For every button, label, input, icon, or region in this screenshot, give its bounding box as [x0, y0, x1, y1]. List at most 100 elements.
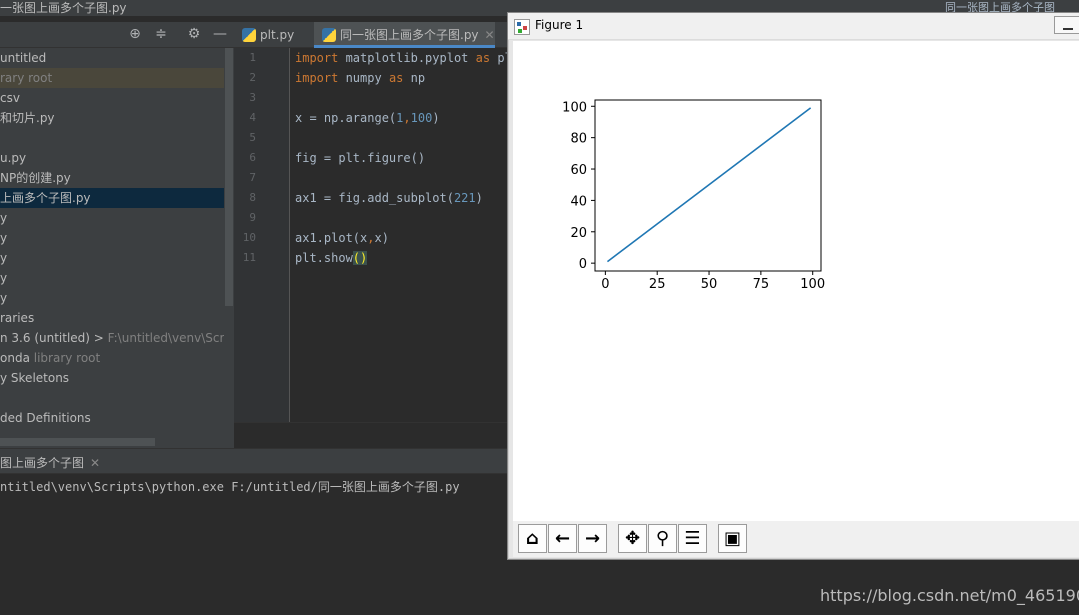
number-literal: 100 [410, 111, 433, 125]
tab-plt[interactable]: plt.py [234, 22, 294, 48]
figure-app-icon [514, 19, 530, 35]
code-line: x = np.arange(1,100) [295, 108, 440, 128]
tree-item-label: n 3.6 (untitled) > [0, 331, 104, 345]
watermark: https://blog.csdn.net/m0_46519036 [820, 586, 1079, 605]
y-tick-label: 40 [570, 194, 587, 209]
code-text: x = np.arange( [295, 111, 397, 125]
gear-icon[interactable]: ⚙ [185, 25, 203, 43]
close-icon[interactable]: ✕ [485, 28, 495, 42]
editor-gutter: 1 2 3 4 5 6 7 8 9 10 11 [234, 48, 290, 422]
run-tab[interactable]: 图上画多个子图 ✕ [0, 454, 100, 471]
run-console[interactable]: ntitled\venv\Scripts\python.exe F:/untit… [0, 474, 510, 615]
tree-item-label: ded Definitions [0, 411, 91, 425]
tree-item[interactable]: 和切片.py [0, 108, 224, 128]
matched-parens: () [352, 251, 368, 265]
home-icon[interactable]: ⌂ [518, 524, 547, 553]
tree-item-label: y [0, 211, 8, 225]
line-number: 11 [242, 251, 256, 264]
code-line: ax1.plot(x,x) [295, 228, 389, 248]
tree-item[interactable]: y Skeletons [0, 368, 224, 388]
collapse-all-icon[interactable]: ≑ [152, 25, 170, 43]
tree-item-path: F:\untitled\venv\Scripts\ [107, 331, 224, 345]
line-number: 5 [249, 131, 256, 144]
tree-item[interactable]: rary root [0, 68, 224, 88]
tree-item[interactable]: y [0, 248, 224, 268]
close-icon[interactable]: ✕ [90, 456, 100, 470]
y-tick-label: 60 [570, 163, 587, 178]
project-toolbar: ⊕ ≑ ⚙ — [0, 22, 234, 48]
line-number: 2 [249, 71, 256, 84]
figure-toolbar: ⌂ ← → ✥ ⚲ ☰ ▣ [513, 521, 1079, 557]
x-tick-label: 25 [649, 277, 666, 292]
keyword: as [475, 51, 491, 65]
tree-item[interactable]: y [0, 208, 224, 228]
run-tab-label: 图上画多个子图 [0, 456, 85, 470]
line-number: 6 [249, 151, 256, 164]
forward-arrow-icon[interactable]: → [578, 524, 607, 553]
line-number: 10 [242, 231, 256, 244]
tab-label: 同一张图上画多个子图.py [340, 28, 479, 42]
tree-item[interactable]: u.py [0, 148, 224, 168]
figure-canvas[interactable]: 0 25 50 75 100 0 20 40 60 80 100 [513, 41, 1079, 521]
project-scrollbar-vertical[interactable] [225, 48, 233, 306]
figure-title: Figure 1 [535, 18, 584, 32]
line-number: 4 [249, 111, 256, 124]
save-icon[interactable]: ▣ [718, 524, 747, 553]
tree-item[interactable]: n 3.6 (untitled) > F:\untitled\venv\Scri… [0, 328, 224, 348]
tree-item[interactable]: onda library root [0, 348, 224, 368]
tree-item-label: u.py [0, 151, 27, 165]
code-text: np [403, 71, 426, 85]
code-text: x) [374, 231, 389, 245]
minimize-button[interactable] [1054, 16, 1079, 34]
pan-icon[interactable]: ✥ [618, 524, 647, 553]
console-line: ntitled\venv\Scripts\python.exe F:/untit… [0, 480, 460, 494]
code-text: ) [432, 111, 440, 125]
code-text: fig = plt.figure() [295, 151, 426, 165]
figure-title-bar[interactable]: Figure 1 [508, 13, 1079, 40]
code-editor[interactable]: import matplotlib.pyplot as pl import nu… [290, 48, 510, 422]
number-literal: 221 [453, 191, 476, 205]
locate-icon[interactable]: ⊕ [126, 25, 144, 43]
python-file-icon [242, 28, 256, 42]
back-arrow-icon[interactable]: ← [548, 524, 577, 553]
keyword: import [295, 71, 339, 85]
hide-icon[interactable]: — [211, 25, 229, 43]
tree-item[interactable]: csv [0, 88, 224, 108]
line-number: 7 [249, 171, 256, 184]
project-scrollbar-horizontal[interactable] [0, 438, 155, 446]
y-tick-label: 80 [570, 132, 587, 147]
tree-item-hint: library root [33, 351, 101, 365]
tree-item-label: 上画多个子图.py [0, 191, 91, 205]
comma: , [403, 111, 411, 125]
tree-item-selected[interactable]: 上画多个子图.py [0, 188, 224, 208]
tree-item-label: y [0, 291, 8, 305]
tree-item[interactable]: y [0, 268, 224, 288]
code-line: plt.show() [295, 248, 368, 268]
code-line: import numpy as np [295, 68, 425, 88]
tree-item-label: y [0, 251, 8, 265]
code-line: import matplotlib.pyplot as pl [295, 48, 510, 68]
zoom-icon[interactable]: ⚲ [648, 524, 677, 553]
tree-item[interactable]: NP的创建.py [0, 168, 224, 188]
configure-subplots-icon[interactable]: ☰ [678, 524, 707, 553]
x-tick-label: 100 [800, 277, 825, 292]
tree-item[interactable]: ded Definitions [0, 408, 224, 428]
line-number: 1 [249, 51, 256, 64]
keyword: as [388, 71, 404, 85]
editor-footer [234, 422, 510, 448]
editor-tabs: plt.py 同一张图上画多个子图.py ✕ [234, 22, 510, 48]
code-text: matplotlib.pyplot [338, 51, 476, 65]
tree-item-label: y [0, 271, 8, 285]
tab-subplots[interactable]: 同一张图上画多个子图.py ✕ [314, 22, 495, 48]
tree-item[interactable]: y [0, 288, 224, 308]
x-tick-label: 50 [701, 277, 718, 292]
project-tree: untitled rary root csv 和切片.py u.py NP的创建… [0, 48, 234, 448]
tree-item[interactable]: untitled [0, 48, 224, 68]
tree-item-label: NP的创建.py [0, 171, 71, 185]
code-text: ax1 = fig.add_subplot( [295, 191, 454, 205]
keyword: import [295, 51, 339, 65]
tree-item[interactable]: y [0, 228, 224, 248]
y-tick-label: 100 [562, 100, 587, 115]
tree-item[interactable]: raries [0, 308, 224, 328]
python-file-icon [322, 28, 336, 42]
